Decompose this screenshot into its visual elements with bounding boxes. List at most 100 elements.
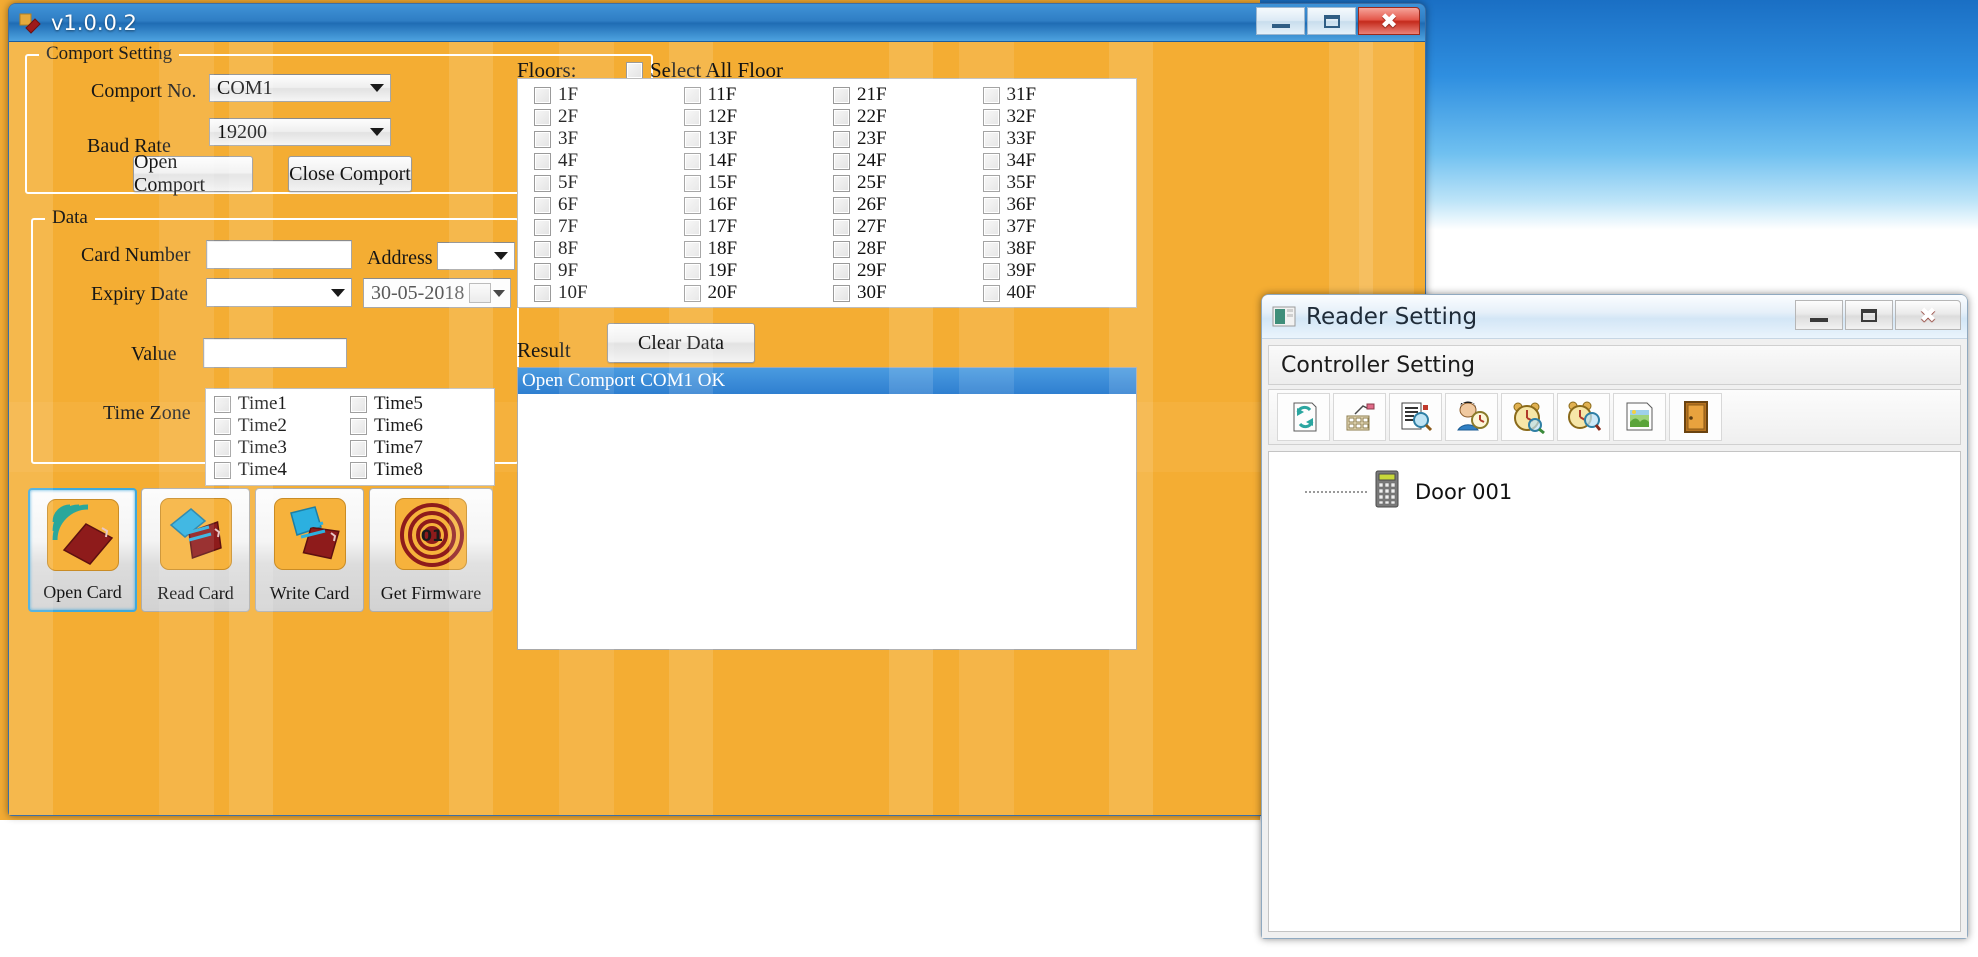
floor-checkbox-18f[interactable]: 18F: [678, 238, 828, 260]
hand-card-icon[interactable]: [1333, 393, 1386, 441]
floor-checkbox-27f[interactable]: 27F: [827, 216, 977, 238]
floor-checkbox-32f[interactable]: 32F: [977, 106, 1127, 128]
timezone-checkbox-time4[interactable]: Time4: [214, 459, 350, 481]
floor-checkbox-16f[interactable]: 16F: [678, 194, 828, 216]
checkbox-box[interactable]: [534, 263, 551, 280]
floor-checkbox-23f[interactable]: 23F: [827, 128, 977, 150]
maximize-button[interactable]: [1307, 7, 1356, 35]
checkbox-box[interactable]: [350, 462, 367, 479]
checkbox-box[interactable]: [983, 241, 1000, 258]
close-comport-button[interactable]: Close Comport: [288, 156, 412, 192]
checkbox-box[interactable]: [684, 285, 701, 302]
checkbox-box[interactable]: [983, 87, 1000, 104]
floor-checkbox-7f[interactable]: 7F: [528, 216, 678, 238]
checkbox-box[interactable]: [684, 109, 701, 126]
floor-checkbox-1f[interactable]: 1F: [528, 84, 678, 106]
checkbox-box[interactable]: [534, 109, 551, 126]
timezone-checkbox-time3[interactable]: Time3: [214, 437, 350, 459]
checkbox-box[interactable]: [833, 87, 850, 104]
floor-checkbox-5f[interactable]: 5F: [528, 172, 678, 194]
comport-no-select[interactable]: COM1: [209, 74, 391, 102]
value-input[interactable]: [203, 338, 347, 368]
controller-tree[interactable]: Door 001: [1268, 451, 1961, 932]
checkbox-box[interactable]: [534, 219, 551, 236]
checkbox-box[interactable]: [534, 197, 551, 214]
floor-checkbox-39f[interactable]: 39F: [977, 260, 1127, 282]
checkbox-box[interactable]: [684, 131, 701, 148]
open-card-button[interactable]: Open Card: [28, 488, 137, 612]
result-line[interactable]: Open Comport COM1 OK: [518, 368, 1136, 394]
alarm-clock-search-icon[interactable]: [1501, 393, 1554, 441]
checkbox-box[interactable]: [214, 418, 231, 435]
checkbox-box[interactable]: [350, 418, 367, 435]
timezone-checkbox-time5[interactable]: Time5: [350, 393, 486, 415]
checkbox-box[interactable]: [983, 197, 1000, 214]
checkbox-box[interactable]: [534, 241, 551, 258]
checkbox-box[interactable]: [833, 285, 850, 302]
checkbox-box[interactable]: [214, 462, 231, 479]
checkbox-box[interactable]: [833, 131, 850, 148]
minimize-button[interactable]: [1795, 300, 1843, 330]
close-button[interactable]: ✖: [1895, 300, 1961, 330]
checkbox-box[interactable]: [684, 87, 701, 104]
checkbox-box[interactable]: [684, 175, 701, 192]
tree-item-door[interactable]: Door 001: [1305, 470, 1960, 513]
floor-checkbox-36f[interactable]: 36F: [977, 194, 1127, 216]
floor-checkbox-10f[interactable]: 10F: [528, 282, 678, 304]
expiry-date-select[interactable]: [206, 278, 352, 307]
floor-checkbox-29f[interactable]: 29F: [827, 260, 977, 282]
checkbox-box[interactable]: [534, 175, 551, 192]
checkbox-box[interactable]: [684, 241, 701, 258]
checkbox-box[interactable]: [534, 131, 551, 148]
reader-window-titlebar[interactable]: Reader Setting ✖: [1262, 295, 1967, 339]
checkbox-box[interactable]: [214, 396, 231, 413]
chevron-down-icon[interactable]: [493, 290, 505, 297]
floor-checkbox-3f[interactable]: 3F: [528, 128, 678, 150]
checkbox-box[interactable]: [626, 62, 643, 79]
floor-checkbox-25f[interactable]: 25F: [827, 172, 977, 194]
checkbox-box[interactable]: [833, 263, 850, 280]
person-clock-icon[interactable]: [1445, 393, 1498, 441]
floor-checkbox-26f[interactable]: 26F: [827, 194, 977, 216]
checkbox-box[interactable]: [684, 263, 701, 280]
floor-checkbox-35f[interactable]: 35F: [977, 172, 1127, 194]
floor-checkbox-33f[interactable]: 33F: [977, 128, 1127, 150]
checkbox-box[interactable]: [534, 87, 551, 104]
checkbox-box[interactable]: [684, 219, 701, 236]
checkbox-box[interactable]: [983, 175, 1000, 192]
main-window-titlebar[interactable]: v1.0.0.2 ✖: [9, 4, 1425, 42]
floor-checkbox-8f[interactable]: 8F: [528, 238, 678, 260]
floor-checkbox-34f[interactable]: 34F: [977, 150, 1127, 172]
floor-checkbox-4f[interactable]: 4F: [528, 150, 678, 172]
baud-rate-select[interactable]: 19200: [209, 118, 391, 146]
checkbox-box[interactable]: [833, 197, 850, 214]
floor-checkbox-14f[interactable]: 14F: [678, 150, 828, 172]
checkbox-box[interactable]: [983, 219, 1000, 236]
timezone-checkbox-time6[interactable]: Time6: [350, 415, 486, 437]
floor-checkbox-13f[interactable]: 13F: [678, 128, 828, 150]
clear-data-button[interactable]: Clear Data: [607, 323, 755, 363]
checkbox-box[interactable]: [833, 153, 850, 170]
floor-checkbox-6f[interactable]: 6F: [528, 194, 678, 216]
timezone-checkbox-time7[interactable]: Time7: [350, 437, 486, 459]
checkbox-box[interactable]: [684, 153, 701, 170]
floor-checkbox-15f[interactable]: 15F: [678, 172, 828, 194]
refresh-document-icon[interactable]: [1277, 393, 1330, 441]
card-number-input[interactable]: [206, 240, 352, 269]
checkbox-box[interactable]: [350, 440, 367, 457]
calendar-icon[interactable]: [469, 283, 491, 303]
floor-checkbox-22f[interactable]: 22F: [827, 106, 977, 128]
close-button[interactable]: ✖: [1358, 7, 1420, 35]
write-card-button[interactable]: Write Card: [255, 488, 364, 612]
floor-checkbox-38f[interactable]: 38F: [977, 238, 1127, 260]
timezone-checkbox-time1[interactable]: Time1: [214, 393, 350, 415]
floor-checkbox-20f[interactable]: 20F: [678, 282, 828, 304]
checkbox-box[interactable]: [833, 219, 850, 236]
checkbox-box[interactable]: [534, 285, 551, 302]
checkbox-box[interactable]: [983, 131, 1000, 148]
checkbox-box[interactable]: [833, 241, 850, 258]
checkbox-box[interactable]: [983, 263, 1000, 280]
checkbox-box[interactable]: [684, 197, 701, 214]
floor-checkbox-24f[interactable]: 24F: [827, 150, 977, 172]
floor-checkbox-2f[interactable]: 2F: [528, 106, 678, 128]
